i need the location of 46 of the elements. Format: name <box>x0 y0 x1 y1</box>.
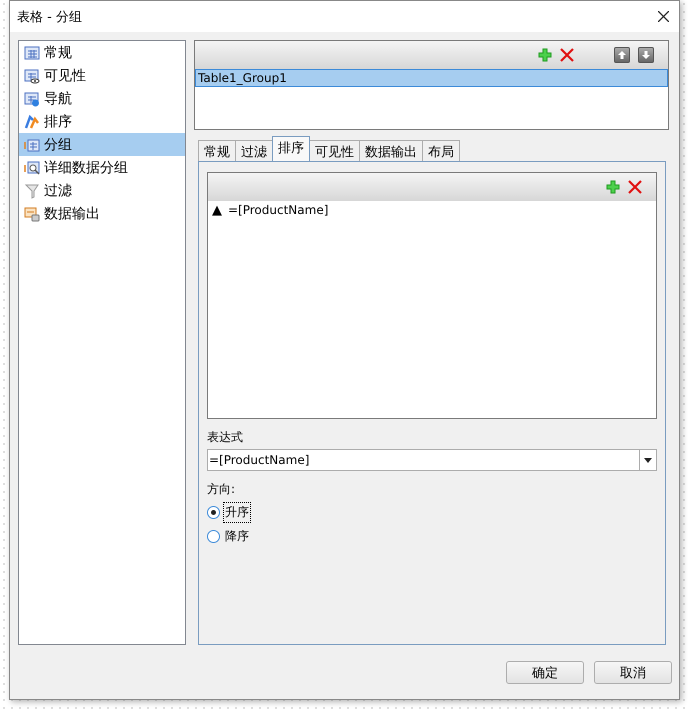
tab[interactable]: 布局 <box>422 140 460 161</box>
group-search-icon <box>24 160 40 176</box>
direction-label: 方向: <box>207 481 236 498</box>
sidebar-item[interactable]: 详细数据分组 <box>19 156 185 179</box>
move-up-button[interactable] <box>614 47 630 63</box>
tab[interactable]: 可见性 <box>309 140 360 161</box>
caret-icon <box>644 458 652 462</box>
add-icon[interactable] <box>606 180 620 194</box>
window-title: 表格 - 分组 <box>17 8 82 26</box>
group-item[interactable]: Table1_Group1 <box>195 69 668 87</box>
radio-label[interactable]: 降序 <box>224 527 250 546</box>
tab[interactable]: 数据输出 <box>359 140 423 161</box>
tab[interactable]: 常规 <box>198 140 236 161</box>
tab[interactable]: 排序 <box>272 136 310 161</box>
sidebar-item[interactable]: 分组 <box>19 133 185 156</box>
add-icon[interactable] <box>538 48 552 62</box>
delete-icon[interactable] <box>560 48 574 62</box>
funnel-icon <box>24 182 40 198</box>
table-eye-icon <box>24 68 40 84</box>
dropdown-button[interactable] <box>639 449 657 471</box>
sidebar-item[interactable]: 可见性 <box>19 64 185 87</box>
expression-label: 表达式 <box>207 429 244 446</box>
tab[interactable]: 过滤 <box>235 140 273 161</box>
sort-arrows-icon <box>24 114 40 130</box>
table-globe-icon <box>24 90 40 106</box>
radio-label[interactable]: 升序 <box>224 503 250 522</box>
radio-button[interactable] <box>207 530 220 543</box>
sidebar-item[interactable]: 常规 <box>19 41 185 64</box>
table-icon <box>24 44 40 60</box>
sidebar-item[interactable]: 排序 <box>19 110 185 133</box>
sidebar-item[interactable]: 导航 <box>19 87 185 110</box>
dialog-button[interactable]: 取消 <box>594 661 672 684</box>
arrow-down-icon <box>641 50 651 60</box>
sort-order-marker: ▲ <box>212 202 222 218</box>
expression-field[interactable]: =[ProductName] <box>207 449 639 471</box>
data-export-icon <box>24 206 40 222</box>
radio-button[interactable] <box>207 506 220 519</box>
close-icon[interactable] <box>658 11 669 22</box>
delete-icon[interactable] <box>628 180 642 194</box>
move-down-button[interactable] <box>638 47 654 63</box>
group-icon <box>24 136 40 152</box>
sidebar-item[interactable]: 数据输出 <box>19 202 185 225</box>
sidebar-item[interactable]: 过滤 <box>19 179 185 202</box>
arrow-up-icon <box>617 50 627 60</box>
sort-expression[interactable]: =[ProductName] <box>228 203 328 217</box>
dialog-button[interactable]: 确定 <box>506 661 584 684</box>
